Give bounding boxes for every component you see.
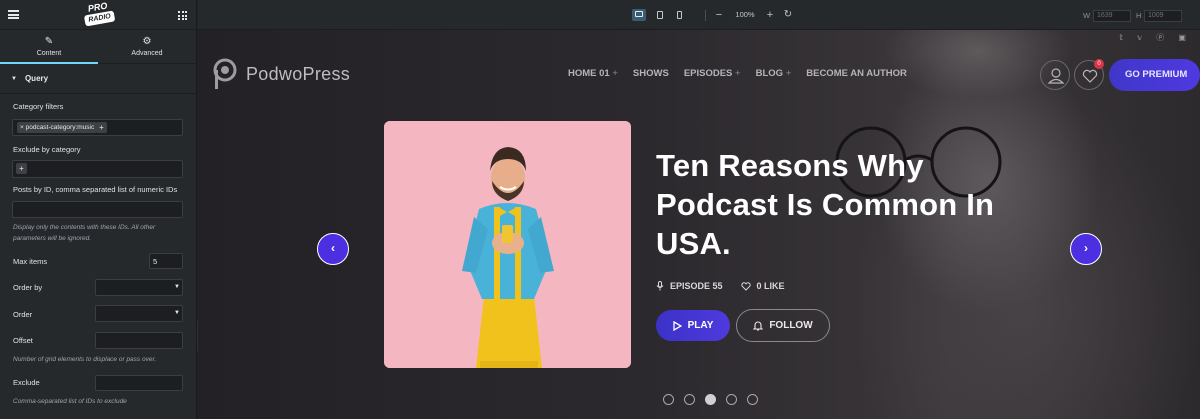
editor-panel: PRO RADIO ✎ Content ⚙ Advanced ▼ Query C… [0, 0, 197, 419]
microphone-icon [656, 281, 664, 291]
go-premium-button[interactable]: GO PREMIUM [1109, 59, 1200, 91]
slider-dot[interactable] [663, 394, 674, 405]
order-by-caret-icon: ▼ [174, 284, 180, 290]
mobile-view-icon[interactable] [674, 9, 684, 21]
play-button[interactable]: PLAY [656, 310, 730, 341]
category-filters-label: Category filters [13, 102, 64, 111]
site-logo[interactable]: PodwoPress [212, 58, 350, 90]
caret-down-icon: ▼ [11, 75, 17, 82]
zoom-in-icon[interactable]: + [765, 9, 775, 21]
panel-header: PRO RADIO [0, 0, 196, 30]
zoom-level: 100% [735, 10, 755, 19]
width-label: W [1083, 11, 1091, 20]
exclude-by-category-input[interactable] [12, 160, 183, 178]
pencil-icon: ✎ [44, 36, 54, 47]
wishlist-button[interactable]: 0 [1074, 59, 1104, 90]
slider-prev-button[interactable]: ‹ [317, 233, 349, 265]
order-select[interactable] [95, 305, 183, 322]
toolbar-divider [705, 10, 706, 21]
chevron-left-icon: ‹ [331, 241, 335, 255]
slider-dot[interactable] [747, 394, 758, 405]
exclude-by-category-label: Exclude by category [13, 145, 81, 154]
nav-item-become-author[interactable]: BECOME AN AUTHOR [806, 68, 907, 79]
exclude-input[interactable] [95, 375, 183, 391]
posts-by-id-label: Posts by ID, comma separated list of num… [13, 185, 178, 194]
slider-dot[interactable] [684, 394, 695, 405]
max-items-label: Max items [13, 257, 48, 266]
nav-item-home[interactable]: HOME 01 + [568, 68, 618, 79]
order-label: Order [13, 310, 33, 319]
like-info[interactable]: 0 LIKE [740, 281, 785, 291]
posts-by-id-note: Display only the contents with these IDs… [13, 224, 156, 242]
exclude-note: Comma-separated list of IDs to exclude [13, 398, 127, 405]
social-icons[interactable]: 𝕥 𝕧 ⓟ ▣ [1119, 32, 1192, 43]
site-preview: 𝕥 𝕧 ⓟ ▣ PodwoPress HOME 01 + SHOWS EPISO… [198, 30, 1200, 419]
order-caret-icon: ▼ [174, 310, 180, 316]
width-input[interactable]: 1639 [1093, 10, 1131, 22]
max-items-value: 5 [153, 257, 158, 266]
episode-cover-image[interactable] [384, 121, 631, 368]
podwopress-logo-icon [213, 58, 237, 89]
tab-advanced[interactable]: ⚙ Advanced [98, 30, 196, 63]
order-by-select[interactable] [95, 279, 183, 296]
category-tag-chip[interactable]: × podcast-category:music [17, 122, 98, 133]
brand-name: PodwoPress [246, 63, 351, 84]
main-nav: HOME 01 + SHOWS EPISODES + BLOG + BECOME… [568, 68, 907, 79]
user-icon [1047, 68, 1065, 84]
follow-button[interactable]: FOLLOW [736, 309, 830, 342]
wishlist-count-badge: 0 [1094, 59, 1104, 69]
bell-icon [753, 321, 764, 331]
heart-outline-icon [740, 281, 751, 291]
height-input[interactable]: 1009 [1144, 10, 1182, 22]
nav-item-episodes[interactable]: EPISODES + [684, 68, 741, 79]
tab-content[interactable]: ✎ Content [0, 30, 98, 64]
exclude-label: Exclude [13, 378, 40, 387]
height-label: H [1136, 11, 1142, 20]
slider-pagination [663, 394, 758, 405]
editor-toolbar: − 100% + ↻ W 1639 H 1009 [198, 0, 1200, 30]
reset-zoom-icon[interactable]: ↻ [783, 9, 793, 21]
section-query-toggle[interactable]: ▼ Query [0, 64, 196, 94]
pro-radio-logo: PRO RADIO [82, 1, 116, 30]
editor-app: PRO RADIO ✎ Content ⚙ Advanced ▼ Query C… [0, 0, 1200, 419]
hero-meta: EPISODE 55 0 LIKE [656, 281, 785, 291]
order-by-label: Order by [13, 283, 43, 292]
desktop-view-icon[interactable] [632, 9, 646, 21]
add-category-plus-icon[interactable]: + [96, 122, 107, 133]
add-exclude-category-plus-icon[interactable]: + [16, 163, 27, 174]
tablet-view-icon[interactable] [654, 9, 666, 21]
widgets-grid-icon[interactable] [178, 11, 187, 20]
zoom-out-icon[interactable]: − [714, 9, 724, 21]
user-account-button[interactable] [1040, 60, 1070, 90]
posts-by-id-input[interactable] [12, 201, 183, 218]
play-icon [672, 320, 682, 331]
nav-item-shows[interactable]: SHOWS [633, 68, 669, 79]
hero-title: Ten Reasons Why Podcast Is Common In USA… [656, 148, 995, 261]
gear-icon: ⚙ [142, 36, 152, 47]
slider-dot[interactable] [726, 394, 737, 405]
chevron-right-icon: › [1084, 241, 1088, 255]
episode-info: EPISODE 55 [656, 281, 723, 291]
nav-item-blog[interactable]: BLOG + [756, 68, 792, 79]
slider-next-button[interactable]: › [1070, 233, 1102, 265]
offset-note: Number of grid elements to displace or p… [13, 356, 157, 363]
hamburger-menu-icon[interactable] [8, 10, 19, 19]
offset-label: Offset [13, 336, 33, 345]
podcaster-illustration [384, 121, 631, 368]
slider-dot-active[interactable] [705, 394, 716, 405]
panel-tabs: ✎ Content ⚙ Advanced [0, 30, 196, 64]
offset-input[interactable] [95, 332, 183, 349]
